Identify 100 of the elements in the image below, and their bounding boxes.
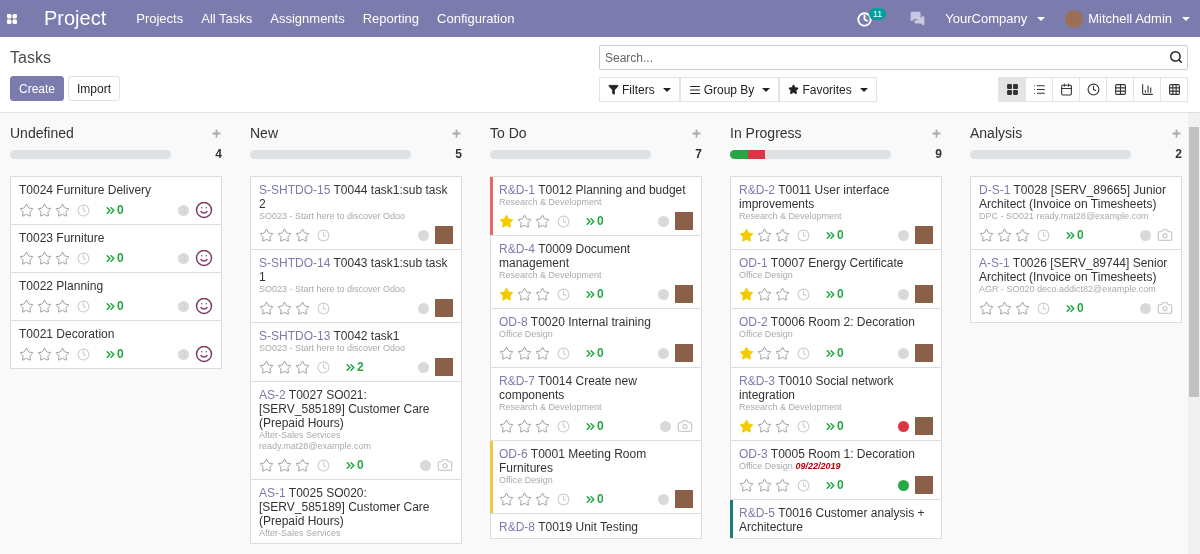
star-icon[interactable] [277,457,292,473]
clock-icon[interactable] [797,346,810,360]
status-dot[interactable] [178,204,189,216]
star-icon[interactable] [535,491,550,507]
clock-icon[interactable] [797,287,810,301]
clock-icon[interactable] [797,478,810,492]
star-icon[interactable] [55,298,70,314]
star-icon[interactable] [37,250,52,266]
task-card[interactable]: OD-1 T0007 Energy Certificate Office Design 0 [730,249,942,309]
status-dot[interactable] [178,252,189,264]
star-icon[interactable] [499,418,514,434]
add-icon[interactable] [691,127,702,139]
status-dot[interactable] [420,459,431,471]
search-icon[interactable] [1169,50,1183,64]
star-icon[interactable] [775,418,790,434]
task-card[interactable]: D-S-1 T0028 [SERV_89665] Junior Architect (Invoice on Timesheets) DPC - SO021 ready.mat28@example.com 0 [970,176,1182,250]
clock-icon[interactable] [797,228,810,242]
star-icon[interactable] [739,418,754,434]
task-card[interactable]: R&D-4 T0009 Document management Research & Development 0 [490,235,702,309]
task-card[interactable]: S-SHTDO-15 T0044 task1:sub task 2 SO023 - Start here to discover Odoo [250,176,462,250]
status-dot[interactable] [898,420,909,432]
star-icon[interactable] [517,345,532,361]
star-icon[interactable] [517,213,532,229]
star-icon[interactable] [19,346,34,362]
star-icon[interactable] [1015,300,1030,316]
star-icon[interactable] [259,457,274,473]
import-button[interactable]: Import [68,76,121,101]
task-card[interactable]: OD-2 T0006 Room 2: Decoration Office Design 0 [730,308,942,368]
star-icon[interactable] [259,227,274,243]
star-icon[interactable] [535,418,550,434]
status-dot[interactable] [898,288,909,300]
task-card[interactable]: A-S-1 T0026 [SERV_89744] Senior Architect (Invoice on Timesheets) AGR - SO020 deco.addict82@example.com 0 [970,249,1182,323]
task-card[interactable]: OD-8 T0020 Internal training Office Design 0 [490,308,702,368]
task-card[interactable]: T0022 Planning 0 [10,272,222,321]
task-card[interactable]: T0021 Decoration 0 [10,320,222,369]
star-icon[interactable] [757,418,772,434]
filter-dropdown-button[interactable]: Favorites [779,77,877,102]
status-dot[interactable] [658,347,669,359]
clock-icon[interactable] [317,228,330,242]
task-card[interactable]: S-SHTDO-14 T0043 task1:sub task 1 SO023 - Start here to discover Odoo [250,249,462,323]
star-icon[interactable] [739,477,754,493]
status-dot[interactable] [898,347,909,359]
star-icon[interactable] [499,491,514,507]
status-dot[interactable] [178,300,189,312]
task-card[interactable]: AS-2 T0027 SO021: [SERV_585189] Customer Care (Prepaid Hours) After-Sales Services ready.mat28@example.com 0 [250,381,462,480]
status-dot[interactable] [658,288,669,300]
status-dot[interactable] [418,361,429,373]
clock-icon[interactable] [557,287,570,301]
task-card[interactable]: R&D-7 T0014 Create new components Research & Development 0 [490,367,702,441]
task-card[interactable]: R&D-5 T0016 Customer analysis + Architecture [730,499,942,539]
clock-icon[interactable] [557,492,570,506]
clock-icon[interactable] [1037,301,1050,315]
add-icon[interactable] [1171,127,1182,139]
star-icon[interactable] [517,286,532,302]
star-icon[interactable] [517,418,532,434]
view-switch-button[interactable] [1133,77,1161,102]
star-icon[interactable] [775,345,790,361]
scrollbar[interactable] [1188,113,1200,554]
star-icon[interactable] [775,477,790,493]
star-icon[interactable] [277,227,292,243]
clock-icon[interactable] [557,346,570,360]
task-card[interactable]: R&D-2 T0011 User interface improvements Research & Development 0 [730,176,942,250]
star-icon[interactable] [37,202,52,218]
clock-icon[interactable] [1037,228,1050,242]
star-icon[interactable] [277,359,292,375]
status-dot[interactable] [658,215,669,227]
star-icon[interactable] [259,359,274,375]
task-card[interactable]: R&D-1 T0012 Planning and budget Research & Development 0 [490,176,702,236]
star-icon[interactable] [535,213,550,229]
menu-item[interactable]: Projects [136,11,184,26]
star-icon[interactable] [19,202,34,218]
filter-dropdown-button[interactable]: Filters [599,77,680,102]
clock-icon[interactable] [317,360,330,374]
star-icon[interactable] [775,227,790,243]
view-switch-button[interactable] [998,77,1026,102]
star-icon[interactable] [997,227,1012,243]
user-menu[interactable]: Mitchell Admin [1065,9,1190,28]
menu-item[interactable]: Configuration [437,11,515,26]
star-icon[interactable] [979,227,994,243]
status-dot[interactable] [658,493,669,505]
star-icon[interactable] [757,286,772,302]
add-icon[interactable] [211,127,222,139]
apps-menu-icon[interactable] [6,12,18,25]
clock-icon[interactable] [77,251,90,265]
chat-icon[interactable] [910,11,926,26]
task-card[interactable]: OD-3 T0005 Room 1: Decoration Office Design 09/22/2019 0 [730,440,942,500]
view-switch-button[interactable] [1025,77,1053,102]
star-icon[interactable] [277,300,292,316]
star-icon[interactable] [55,202,70,218]
filter-dropdown-button[interactable]: Group By [679,77,780,102]
star-icon[interactable] [739,227,754,243]
star-icon[interactable] [37,346,52,362]
create-button[interactable]: Create [10,76,65,101]
clock-icon[interactable] [317,458,330,472]
add-icon[interactable] [451,127,462,139]
star-icon[interactable] [499,213,514,229]
star-icon[interactable] [499,345,514,361]
clock-icon[interactable] [77,347,90,361]
task-card[interactable]: R&D-8 T0019 Unit Testing [490,513,702,539]
star-icon[interactable] [295,359,310,375]
